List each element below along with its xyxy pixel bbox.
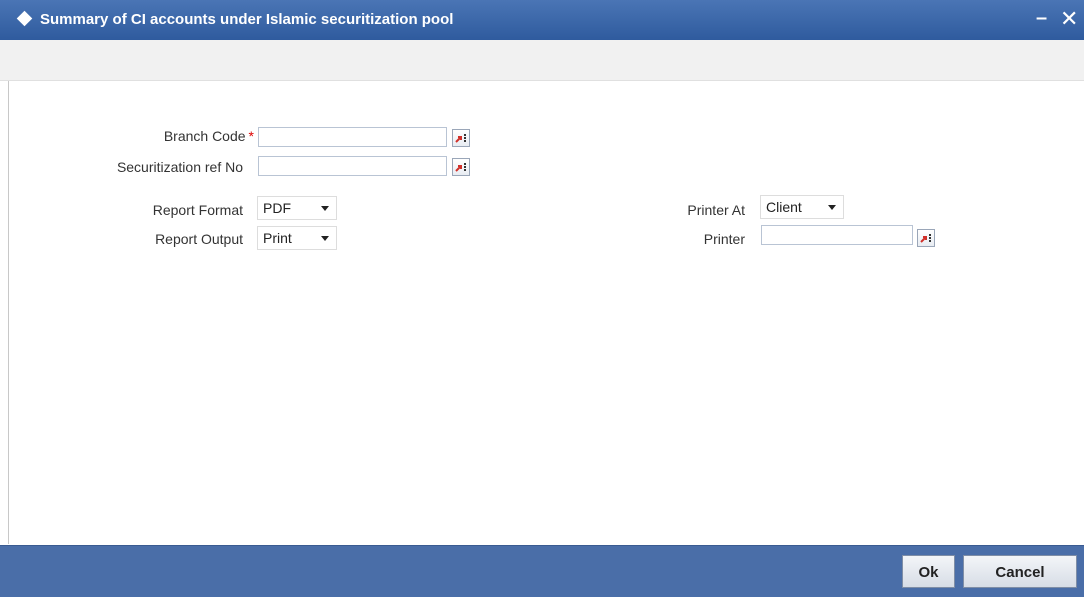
branch-code-input[interactable] [258,127,447,147]
form-panel [8,81,1084,544]
securitization-ref-label: Securitization ref No [116,159,243,175]
ok-button[interactable]: Ok [902,555,955,588]
close-button[interactable]: ✕ [1060,8,1078,30]
printer-at-select[interactable]: Client [760,195,844,219]
footer-bar: Ok Cancel [0,545,1084,597]
printer-input[interactable] [761,225,913,245]
title-bar: Summary of CI accounts under Islamic sec… [0,0,1084,40]
report-format-value: PDF [263,200,291,216]
printer-lov-button[interactable] [917,229,935,247]
report-format-label: Report Format [152,202,243,218]
branch-code-lov-button[interactable] [452,129,470,147]
report-output-select[interactable]: Print [257,226,337,250]
printer-at-label: Printer At [687,202,745,218]
lov-icon [920,234,931,243]
chevron-down-icon [321,236,329,241]
window-title: Summary of CI accounts under Islamic sec… [40,11,454,28]
lov-icon [455,134,466,143]
required-marker: * [248,128,254,144]
printer-label: Printer [703,231,745,247]
cancel-button[interactable]: Cancel [963,555,1077,588]
printer-at-value: Client [766,199,802,215]
toolbar-strip [0,40,1084,81]
minimize-button[interactable]: – [1036,8,1047,28]
diamond-icon [16,10,33,27]
lov-icon [455,163,466,172]
chevron-down-icon [828,205,836,210]
branch-code-label-text: Branch Code [163,128,246,144]
report-format-select[interactable]: PDF [257,196,337,220]
report-output-label: Report Output [155,231,243,247]
chevron-down-icon [321,206,329,211]
securitization-ref-lov-button[interactable] [452,158,470,176]
report-output-value: Print [263,230,292,246]
branch-code-label: Branch Code * [60,128,254,144]
securitization-ref-input[interactable] [258,156,447,176]
